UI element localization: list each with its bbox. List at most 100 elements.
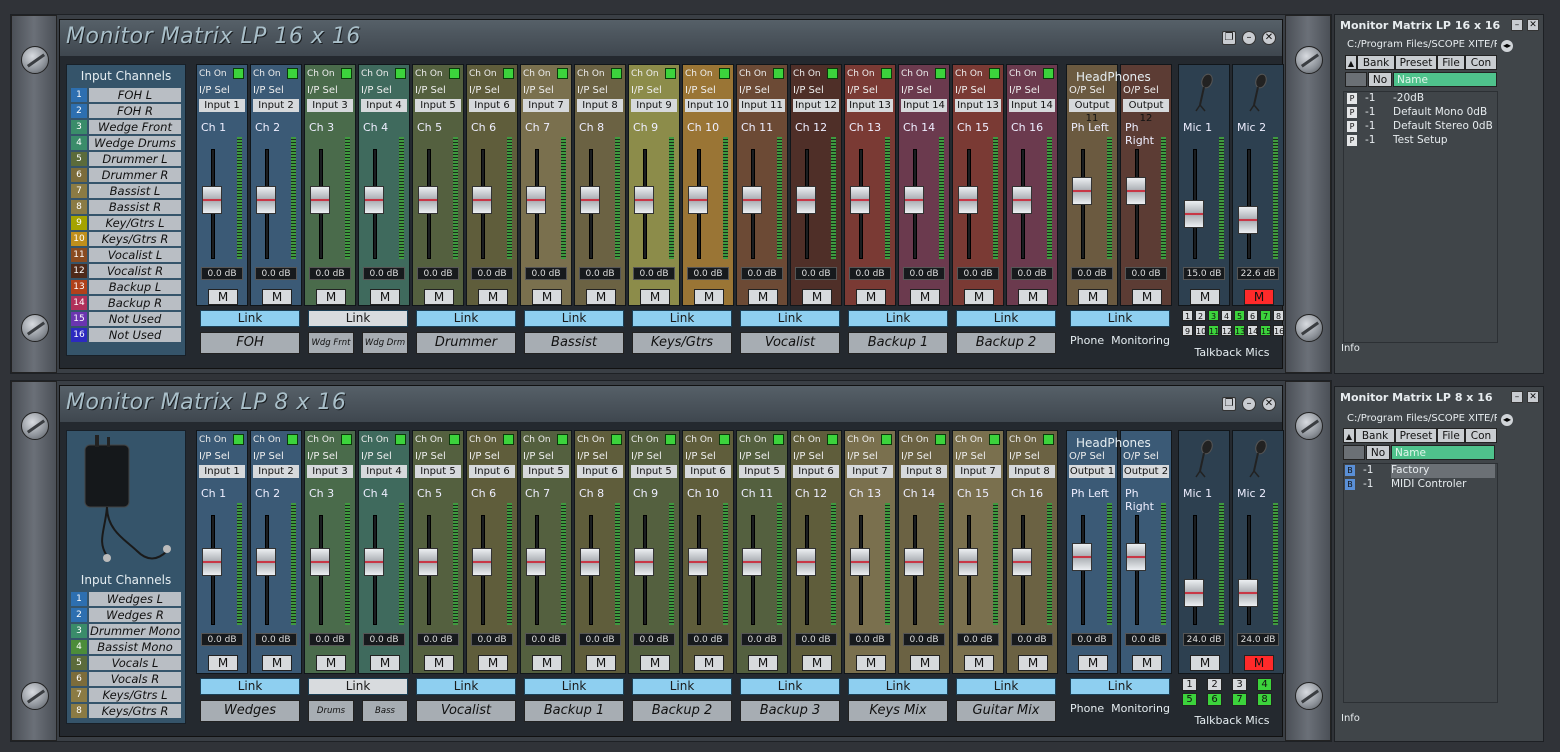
talkback-select-button[interactable]: 11 bbox=[1208, 325, 1219, 336]
channel-label-field[interactable]: Vocals R bbox=[89, 672, 181, 686]
ch-on-toggle[interactable] bbox=[989, 434, 1000, 445]
channel-fader[interactable] bbox=[580, 547, 600, 576]
preset-name[interactable]: Default Mono 0dB bbox=[1393, 106, 1487, 120]
ch-on-toggle[interactable] bbox=[881, 68, 892, 79]
headphone-fader[interactable] bbox=[1126, 543, 1146, 571]
talkback-select-button[interactable]: 5 bbox=[1182, 693, 1197, 706]
talkback-select-button[interactable]: 1 bbox=[1182, 310, 1193, 321]
ch-on-toggle[interactable] bbox=[395, 434, 406, 445]
group-label-field[interactable]: Drummer bbox=[416, 332, 516, 354]
talkback-select-button[interactable]: 8 bbox=[1257, 693, 1272, 706]
path-navigate-icon[interactable]: ◂▸ bbox=[1501, 40, 1513, 52]
ch-on-toggle[interactable] bbox=[503, 434, 514, 445]
ch-on-toggle[interactable] bbox=[557, 68, 568, 79]
input-selector[interactable]: Input 4 bbox=[361, 465, 407, 478]
group-label-field[interactable]: FOH bbox=[200, 332, 300, 354]
mute-button[interactable]: M bbox=[370, 289, 400, 305]
title-bar[interactable]: Monitor Matrix LP 16 x 16 ❐ – ✕ bbox=[60, 20, 1282, 56]
channel-fader[interactable] bbox=[634, 547, 654, 576]
channel-fader[interactable] bbox=[202, 185, 222, 214]
minimize-icon[interactable]: – bbox=[1511, 19, 1523, 31]
mute-button[interactable]: M bbox=[1132, 289, 1162, 305]
mute-button[interactable]: M bbox=[694, 289, 724, 305]
path-navigate-icon[interactable]: ◂▸ bbox=[1501, 414, 1513, 426]
mute-button[interactable]: M bbox=[262, 289, 292, 305]
channel-fader[interactable] bbox=[1012, 547, 1032, 576]
mute-button[interactable]: M bbox=[748, 655, 778, 671]
type-column-header[interactable] bbox=[1343, 445, 1365, 460]
channel-fader[interactable] bbox=[310, 185, 330, 214]
group-label-field[interactable]: Bass bbox=[362, 700, 408, 722]
group-label-field[interactable]: Wdg Drm bbox=[362, 332, 408, 354]
mute-button[interactable]: M bbox=[208, 655, 238, 671]
group-label-field[interactable]: Keys Mix bbox=[848, 700, 948, 722]
channel-label-field[interactable]: Backup L bbox=[89, 280, 181, 294]
mute-button[interactable]: M bbox=[856, 655, 886, 671]
channel-fader[interactable] bbox=[904, 547, 924, 576]
talkback-select-button[interactable]: 14 bbox=[1247, 325, 1258, 336]
headphone-fader[interactable] bbox=[1072, 177, 1092, 205]
input-selector[interactable]: Input 6 bbox=[793, 465, 839, 478]
sort-up-icon[interactable]: ▲ bbox=[1343, 428, 1355, 443]
close-icon[interactable]: ✕ bbox=[1262, 397, 1276, 411]
channel-label-field[interactable]: Drummer L bbox=[89, 152, 181, 166]
talkback-select-button[interactable]: 7 bbox=[1232, 693, 1247, 706]
input-selector[interactable]: Input 3 bbox=[307, 99, 353, 112]
talkback-select-button[interactable]: 3 bbox=[1208, 310, 1219, 321]
group-label-field[interactable]: Bassist bbox=[524, 332, 624, 354]
mute-button[interactable]: M bbox=[478, 289, 508, 305]
ch-on-toggle[interactable] bbox=[827, 68, 838, 79]
mute-button[interactable]: M bbox=[1244, 289, 1274, 305]
mute-button[interactable]: M bbox=[532, 289, 562, 305]
channel-label-field[interactable]: Keys/Gtrs L bbox=[89, 688, 181, 702]
channel-label-field[interactable]: FOH L bbox=[89, 88, 181, 102]
file-tab[interactable]: File bbox=[1437, 428, 1465, 443]
mute-button[interactable]: M bbox=[694, 655, 724, 671]
ch-on-toggle[interactable] bbox=[449, 68, 460, 79]
ch-on-toggle[interactable] bbox=[935, 434, 946, 445]
ch-on-toggle[interactable] bbox=[665, 68, 676, 79]
con-tab[interactable]: Con bbox=[1465, 428, 1497, 443]
group-label-field[interactable]: Backup 2 bbox=[632, 700, 732, 722]
channel-label-field[interactable]: Backup R bbox=[89, 296, 181, 310]
input-selector[interactable]: Input 12 bbox=[793, 99, 839, 112]
mute-button[interactable]: M bbox=[802, 289, 832, 305]
mute-button[interactable]: M bbox=[208, 289, 238, 305]
ch-on-toggle[interactable] bbox=[935, 68, 946, 79]
talkback-select-button[interactable]: 4 bbox=[1221, 310, 1232, 321]
mute-button[interactable]: M bbox=[1078, 655, 1108, 671]
file-tab[interactable]: File bbox=[1437, 55, 1465, 70]
mute-button[interactable]: M bbox=[748, 289, 778, 305]
group-label-field[interactable]: Backup 1 bbox=[524, 700, 624, 722]
con-tab[interactable]: Con bbox=[1465, 55, 1497, 70]
link-button[interactable]: Link bbox=[416, 678, 516, 695]
channel-label-field[interactable]: Wedge Front bbox=[89, 120, 181, 134]
ch-on-toggle[interactable] bbox=[773, 68, 784, 79]
close-icon[interactable]: ✕ bbox=[1527, 19, 1539, 31]
bank-tab[interactable]: Bank bbox=[1355, 428, 1395, 443]
mute-button[interactable]: M bbox=[856, 289, 886, 305]
title-bar[interactable]: Monitor Matrix LP 8 x 16 ❐ – ✕ bbox=[60, 386, 1282, 422]
headphone-link-button[interactable]: Link bbox=[1070, 310, 1170, 327]
channel-label-field[interactable]: Wedges L bbox=[89, 592, 181, 606]
channel-fader[interactable] bbox=[364, 547, 384, 576]
channel-label-field[interactable]: Bassist Mono bbox=[89, 640, 181, 654]
link-button[interactable]: Link bbox=[632, 678, 732, 695]
group-label-field[interactable]: Drums bbox=[308, 700, 354, 722]
mute-button[interactable]: M bbox=[1018, 289, 1048, 305]
link-button[interactable]: Link bbox=[848, 310, 948, 327]
preset-list[interactable] bbox=[1343, 463, 1498, 703]
mute-button[interactable]: M bbox=[586, 655, 616, 671]
ch-on-toggle[interactable] bbox=[1043, 434, 1054, 445]
preset-name[interactable]: -20dB bbox=[1393, 92, 1424, 106]
channel-fader[interactable] bbox=[796, 185, 816, 214]
channel-label-field[interactable]: Bassist L bbox=[89, 184, 181, 198]
mute-button[interactable]: M bbox=[1244, 655, 1274, 671]
ch-on-toggle[interactable] bbox=[773, 434, 784, 445]
talkback-select-button[interactable]: 7 bbox=[1260, 310, 1271, 321]
channel-label-field[interactable]: Vocalist L bbox=[89, 248, 181, 262]
channel-fader[interactable] bbox=[958, 185, 978, 214]
input-selector[interactable]: Input 5 bbox=[523, 465, 569, 478]
talkback-select-button[interactable]: 3 bbox=[1232, 678, 1247, 691]
channel-fader[interactable] bbox=[256, 185, 276, 214]
